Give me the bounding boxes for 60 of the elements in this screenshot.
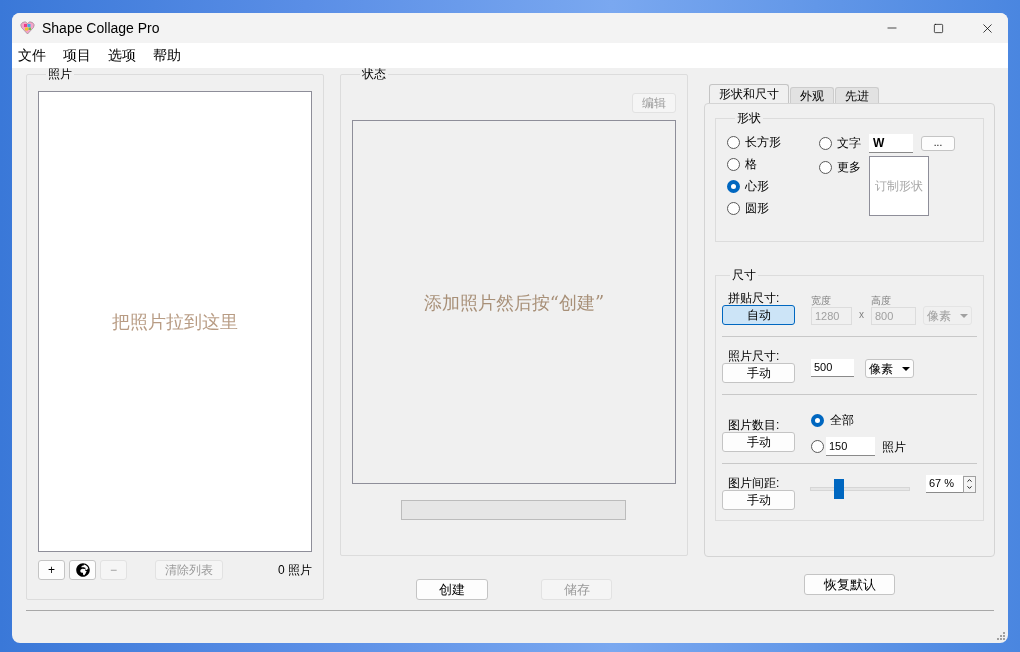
text-shape-field[interactable]: W — [869, 133, 913, 153]
radio-label: 文字 — [837, 135, 861, 152]
tab[interactable]: 外观 — [790, 87, 834, 103]
preview-hint: 添加照片然后按“创建” — [423, 290, 605, 315]
spacing-field[interactable]: 67 % — [926, 475, 963, 493]
field-label: 照片尺寸: — [728, 349, 781, 363]
menu-item[interactable]: 文件 — [18, 45, 46, 66]
drop-hint: 把照片拉到这里 — [112, 310, 238, 334]
unit-select[interactable]: 像素 — [865, 359, 914, 378]
menu-item[interactable]: 项目 — [63, 45, 91, 66]
group-title: 形状 — [736, 112, 762, 124]
radio-label: 圆形 — [745, 200, 769, 217]
app-logo-icon — [20, 21, 35, 35]
globe-icon — [75, 563, 90, 577]
radio-label: 全部 — [830, 412, 854, 429]
tab[interactable]: 形状和尺寸 — [709, 84, 789, 103]
radio-button[interactable] — [727, 157, 740, 171]
mode-button[interactable]: 手动 — [722, 363, 795, 383]
radio-label: 心形 — [745, 178, 769, 195]
add-photo-button[interactable]: + — [38, 560, 65, 580]
photo-count-field[interactable]: 150 — [826, 437, 875, 456]
group-title: 状态 — [361, 68, 387, 80]
resize-grip-icon[interactable] — [997, 632, 1005, 640]
field-label: 图片数目: — [728, 418, 781, 432]
browse-button[interactable]: ... — [921, 135, 955, 151]
field-label: 图片间距: — [728, 476, 781, 490]
radio-button[interactable] — [811, 440, 824, 453]
radio-button[interactable] — [727, 201, 740, 215]
radio-button[interactable] — [811, 413, 824, 427]
web-photos-button[interactable] — [69, 560, 96, 580]
dropdown-arrow-icon — [960, 313, 968, 318]
field-label: 拼贴尺寸: — [728, 291, 781, 305]
spacing-slider[interactable] — [810, 479, 910, 499]
window-title: Shape Collage Pro — [42, 18, 160, 38]
maximize-icon[interactable] — [933, 22, 944, 34]
times-sign: x — [859, 308, 864, 322]
radio-label: 长方形 — [745, 134, 781, 151]
reset-defaults-button[interactable]: 恢复默认 — [804, 574, 895, 595]
radio-button[interactable] — [727, 135, 740, 149]
photo-size-field[interactable]: 500 — [811, 359, 854, 377]
field-label: 宽度 — [811, 295, 832, 307]
tab[interactable]: 先进 — [835, 87, 879, 103]
group-title: 尺寸 — [731, 269, 757, 281]
photo-count: 0 照片 — [278, 562, 312, 579]
mode-button[interactable]: 手动 — [722, 490, 795, 510]
radio-button[interactable] — [819, 136, 832, 150]
create-button[interactable]: 创建 — [416, 579, 488, 600]
spin-buttons[interactable] — [963, 475, 976, 493]
mode-button[interactable]: 手动 — [722, 432, 795, 452]
menu-item[interactable]: 帮助 — [153, 45, 181, 66]
menu-item[interactable]: 选项 — [108, 45, 136, 66]
radio-label: 格 — [745, 156, 757, 173]
dropdown-arrow-icon — [902, 366, 910, 371]
field-label: 高度 — [871, 295, 892, 307]
group-title: 照片 — [47, 68, 73, 80]
radio-label: 更多 — [837, 159, 861, 176]
field-suffix: 照片 — [882, 438, 906, 456]
radio-button[interactable] — [727, 179, 740, 193]
radio-button[interactable] — [819, 160, 832, 174]
slider-thumb[interactable] — [834, 479, 845, 499]
